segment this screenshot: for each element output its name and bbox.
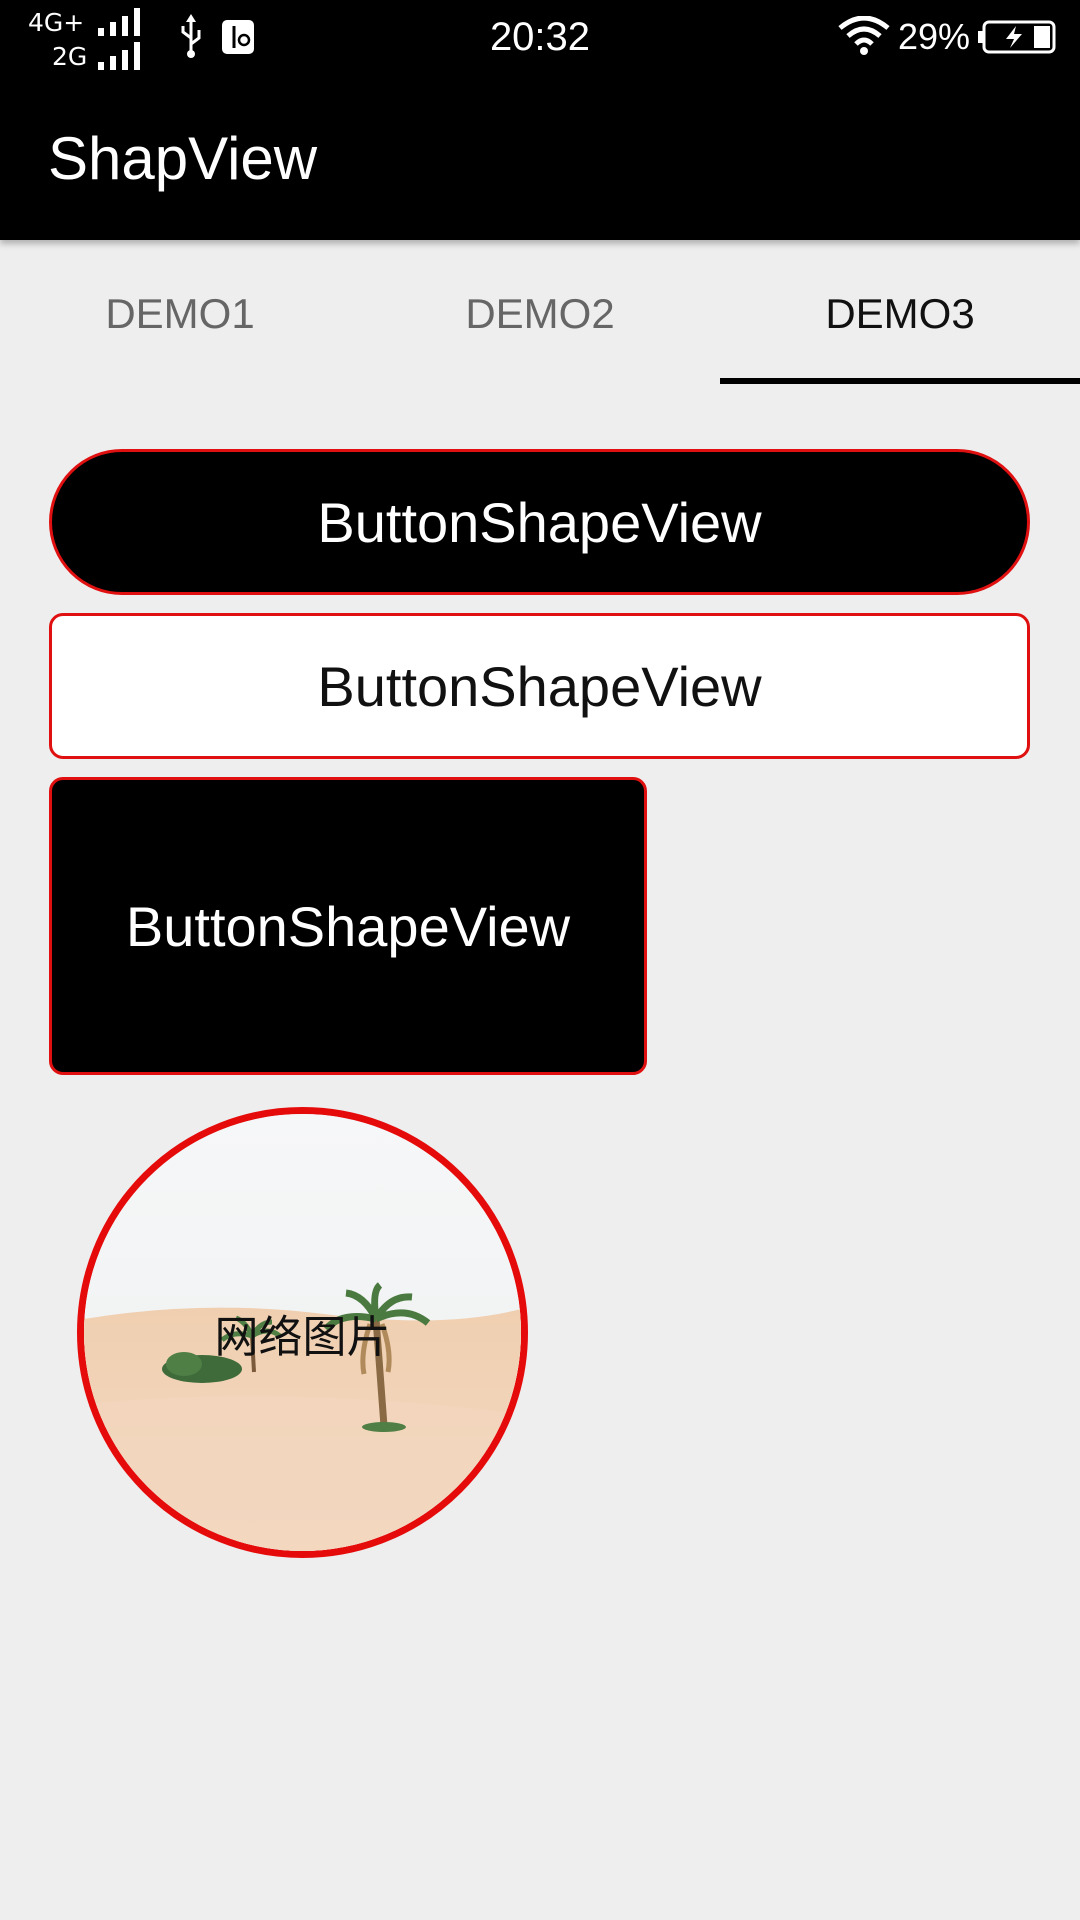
app-bar: ShapView (0, 74, 1080, 240)
network-type-secondary: 2G (52, 42, 88, 71)
circle-image-view[interactable]: 网络图片 (77, 1107, 528, 1558)
pill-shape-button[interactable]: ButtonShapeView (49, 449, 1030, 595)
status-bar: 4G+ 2G 20:32 29% (0, 0, 1080, 74)
outlined-shape-button[interactable]: ButtonShapeView (49, 613, 1030, 759)
network-indicator: 4G+ 2G (28, 6, 158, 70)
tab-indicator (720, 378, 1080, 384)
network-type-primary: 4G+ (28, 8, 85, 37)
tab-bar: DEMO1 DEMO2 DEMO3 (0, 244, 1080, 384)
battery-percent: 29% (898, 16, 971, 57)
square-shape-button[interactable]: ButtonShapeView (49, 777, 647, 1075)
signal-icon (98, 8, 152, 36)
battery-charging-icon (978, 20, 1056, 54)
image-label: 网络图片 (214, 1311, 391, 1363)
usb-debug-icon (222, 20, 254, 54)
tab-demo3[interactable]: DEMO3 (720, 244, 1080, 384)
app-title: ShapView (48, 125, 318, 192)
tab-demo1[interactable]: DEMO1 (0, 244, 360, 384)
signal-icon (98, 42, 152, 70)
usb-icon (181, 14, 201, 58)
wifi-icon (838, 16, 890, 55)
tab-demo2[interactable]: DEMO2 (360, 244, 720, 384)
status-time: 20:32 (489, 15, 591, 59)
